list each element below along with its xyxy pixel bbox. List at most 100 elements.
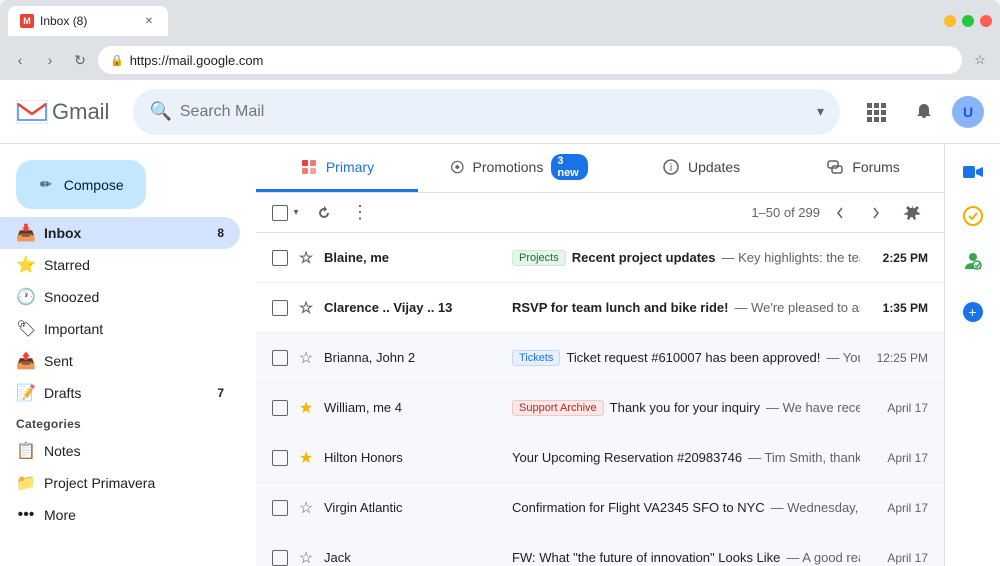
email-star[interactable]: ☆: [296, 298, 316, 318]
email-row[interactable]: ☆ Brianna, John 2 Tickets Ticket request…: [256, 333, 944, 383]
settings-button[interactable]: [896, 197, 928, 229]
tasks-icon: [962, 205, 984, 227]
back-button[interactable]: ‹: [8, 48, 32, 72]
email-row[interactable]: ☆ Jack FW: What "the future of innovatio…: [256, 533, 944, 566]
search-input[interactable]: [180, 103, 809, 121]
select-all-check[interactable]: ▾: [272, 205, 304, 221]
more-icon: •••: [16, 506, 36, 524]
gmail-logo: Gmail: [16, 99, 109, 125]
email-star[interactable]: ☆: [296, 548, 316, 566]
sidebar-item-important[interactable]: 🏷 Important: [0, 313, 240, 345]
bell-icon: [914, 102, 934, 122]
more-options-icon: ⋮: [351, 202, 369, 223]
tab-updates[interactable]: i Updates: [620, 144, 782, 192]
email-content: Tickets Ticket request #610007 has been …: [512, 350, 860, 366]
select-dropdown[interactable]: ▾: [288, 205, 304, 221]
contacts-button[interactable]: [953, 240, 993, 280]
email-checkbox[interactable]: [272, 500, 288, 516]
reload-button[interactable]: ↻: [68, 48, 92, 72]
sidebar-item-sent[interactable]: 📤 Sent: [0, 345, 240, 377]
prev-page-button[interactable]: [824, 197, 856, 229]
snoozed-label: Snoozed: [44, 289, 99, 305]
window-controls: [944, 15, 992, 27]
email-row[interactable]: ★ Hilton Honors Your Upcoming Reservatio…: [256, 433, 944, 483]
email-row[interactable]: ☆ Blaine, me Projects Recent project upd…: [256, 233, 944, 283]
maximize-button[interactable]: [962, 15, 974, 27]
email-star[interactable]: ☆: [296, 348, 316, 368]
bookmark-button[interactable]: ☆: [968, 48, 992, 72]
notes-label: Notes: [44, 443, 81, 459]
email-checkbox[interactable]: [272, 300, 288, 316]
email-star[interactable]: ☆: [296, 248, 316, 268]
search-bar[interactable]: 🔍 ▾: [133, 89, 840, 135]
address-bar[interactable]: 🔒 https://mail.google.com: [98, 46, 962, 74]
select-all-checkbox[interactable]: [272, 205, 288, 221]
compose-button[interactable]: ✏ Compose: [16, 160, 146, 209]
sidebar-item-drafts[interactable]: 📝 Drafts 7: [0, 377, 240, 409]
email-row[interactable]: ☆ Clarence .. Vijay .. 13 RSVP for team …: [256, 283, 944, 333]
tab-promotions[interactable]: Promotions 3 new: [418, 144, 620, 192]
email-time: April 17: [868, 451, 928, 465]
minimize-button[interactable]: [944, 15, 956, 27]
drafts-icon: 📝: [16, 383, 36, 403]
email-checkbox[interactable]: [272, 550, 288, 566]
email-preview: — We're pleased to announce that we will…: [734, 300, 860, 315]
forums-tab-icon: [826, 158, 844, 176]
forward-button[interactable]: ›: [38, 48, 62, 72]
refresh-button[interactable]: [308, 197, 340, 229]
apps-button[interactable]: [856, 92, 896, 132]
email-main-line: ☆ Clarence .. Vijay .. 13 RSVP for team …: [272, 298, 928, 318]
email-star[interactable]: ★: [296, 448, 316, 468]
email-preview: — Tim Smith, thank you for choosing Hilt…: [748, 450, 860, 465]
sidebar: ✏ Compose 📥 Inbox 8 ⭐ Starred 🕐 Snoozed …: [0, 144, 256, 566]
tab-forums[interactable]: Forums: [782, 144, 944, 192]
updates-tab-label: Updates: [688, 159, 740, 175]
search-dropdown-icon[interactable]: ▾: [817, 103, 824, 120]
email-star[interactable]: ★: [296, 398, 316, 418]
user-avatar[interactable]: U: [952, 96, 984, 128]
email-preview: — We have received your message and ...: [766, 400, 860, 415]
email-main-line: ☆ Brianna, John 2 Tickets Ticket request…: [272, 348, 928, 368]
email-checkbox[interactable]: [272, 250, 288, 266]
address-bar-row: ‹ › ↻ 🔒 https://mail.google.com ☆: [0, 42, 1000, 80]
email-sender: Brianna, John 2: [324, 350, 504, 365]
email-preview: — Wednesday, November 7th 2015, San...: [771, 500, 860, 515]
email-checkbox[interactable]: [272, 450, 288, 466]
email-content: Support Archive Thank you for your inqui…: [512, 400, 860, 416]
sidebar-item-inbox[interactable]: 📥 Inbox 8: [0, 217, 240, 249]
add-apps-button[interactable]: +: [953, 292, 993, 332]
sidebar-item-more[interactable]: ••• More: [0, 499, 240, 531]
main-layout: ✏ Compose 📥 Inbox 8 ⭐ Starred 🕐 Snoozed …: [0, 144, 1000, 566]
notifications-button[interactable]: [904, 92, 944, 132]
email-row[interactable]: ★ William, me 4 Support Archive Thank yo…: [256, 383, 944, 433]
sidebar-item-starred[interactable]: ⭐ Starred: [0, 249, 240, 281]
sidebar-item-notes[interactable]: 📋 Notes: [0, 435, 240, 467]
email-area: Primary Promotions 3 new i Updates: [256, 144, 944, 566]
add-button[interactable]: +: [963, 302, 983, 322]
primary-tab-icon: [300, 158, 318, 176]
next-page-button[interactable]: [860, 197, 892, 229]
email-star[interactable]: ☆: [296, 498, 316, 518]
sidebar-item-project-primavera[interactable]: 📁 Project Primavera: [0, 467, 240, 499]
tab-primary[interactable]: Primary: [256, 144, 418, 192]
tasks-button[interactable]: [953, 196, 993, 236]
email-row[interactable]: ☆ Virgin Atlantic Confirmation for Fligh…: [256, 483, 944, 533]
sent-icon: 📤: [16, 351, 36, 371]
google-meet-button[interactable]: [953, 152, 993, 192]
browser-tab[interactable]: M Inbox (8) ✕: [8, 6, 168, 36]
close-button[interactable]: [980, 15, 992, 27]
settings-icon: [903, 204, 921, 222]
more-options-button[interactable]: ⋮: [344, 197, 376, 229]
email-sender: William, me 4: [324, 400, 504, 415]
email-subject: Ticket request #610007 has been approved…: [566, 350, 820, 365]
email-subject: Thank you for your inquiry: [610, 400, 760, 415]
email-checkbox[interactable]: [272, 350, 288, 366]
important-label: Important: [44, 321, 103, 337]
tab-close-button[interactable]: ✕: [142, 14, 156, 28]
inbox-badge: 8: [217, 226, 224, 240]
email-content: Confirmation for Flight VA2345 SFO to NY…: [512, 500, 860, 515]
sent-label: Sent: [44, 353, 73, 369]
starred-label: Starred: [44, 257, 90, 273]
sidebar-item-snoozed[interactable]: 🕐 Snoozed: [0, 281, 240, 313]
email-checkbox[interactable]: [272, 400, 288, 416]
